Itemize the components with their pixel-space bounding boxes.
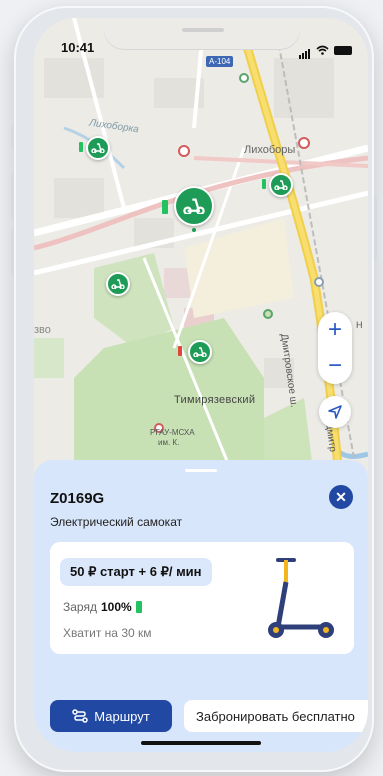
pin-anchor-dot [192, 228, 196, 232]
charge-row: Заряд 100% [63, 600, 142, 614]
speaker-grille [182, 28, 224, 32]
scooter-icon [193, 347, 207, 357]
status-time: 10:41 [61, 40, 95, 55]
scooter-pin[interactable] [86, 136, 110, 160]
locate-me-button[interactable] [319, 396, 351, 428]
scooter-id: Z0169G [50, 490, 105, 507]
university-label-line1: РГАУ-МСХА [150, 428, 195, 437]
signal-icon [299, 41, 311, 59]
close-icon: ✕ [335, 488, 347, 505]
battery-low-icon [178, 346, 182, 356]
book-free-button[interactable]: Забронировать бесплатно [184, 700, 368, 732]
volume-up-button [11, 174, 14, 218]
battery-icon [334, 45, 352, 55]
zoom-out-button[interactable]: − [318, 348, 352, 384]
district-label-left-edge: зво [34, 324, 51, 336]
scooter-pin-selected[interactable] [174, 186, 214, 226]
app-screen: A-104 Лихоборка Лихоборы зво Тимирязевск… [34, 18, 368, 752]
district-label-likhobory: Лихоборы [244, 144, 296, 156]
wifi-icon [316, 45, 329, 55]
range-text: Хватит на 30 км [63, 626, 152, 640]
battery-indicator-icon [79, 142, 83, 152]
price-badge: 50 ₽ старт + 6 ₽/ мин [60, 558, 212, 586]
scooter-type: Электрический самокат [50, 515, 183, 529]
status-icons [299, 41, 352, 59]
zoom-in-button[interactable]: + [318, 312, 352, 348]
scooter-illustration-icon [268, 558, 334, 638]
navigation-arrow-icon [328, 405, 342, 419]
sheet-grabber[interactable] [185, 469, 217, 472]
mute-switch [11, 126, 14, 148]
notch [104, 18, 300, 50]
route-button-label: Маршрут [94, 708, 150, 724]
scooter-pin[interactable] [106, 272, 130, 296]
battery-full-icon [135, 601, 142, 613]
zoom-controls: + − [318, 312, 352, 384]
charge-label: Заряд [63, 600, 97, 614]
scooter-icon [91, 143, 105, 153]
scooter-icon [183, 198, 205, 214]
power-button [374, 196, 377, 260]
book-button-label: Забронировать бесплатно [196, 708, 355, 724]
scooter-details-sheet: Z0169G Электрический самокат ✕ 50 ₽ стар… [34, 460, 368, 752]
scooter-pin[interactable] [269, 173, 293, 197]
university-label-line2: им. К. [158, 438, 180, 447]
close-button[interactable]: ✕ [329, 485, 353, 509]
scooter-icon [274, 180, 288, 190]
map-canvas [34, 18, 368, 478]
map-label-right-edge: Н [356, 320, 363, 330]
scooter-icon [111, 279, 125, 289]
charge-value: 100% [100, 600, 132, 614]
route-icon [72, 709, 89, 723]
scooter-info-card: 50 ₽ старт + 6 ₽/ мин Заряд 100% Хватит … [50, 542, 354, 654]
map-view[interactable]: A-104 Лихоборка Лихоборы зво Тимирязевск… [34, 18, 368, 478]
scooter-pin[interactable] [188, 340, 212, 364]
battery-indicator-icon [162, 200, 168, 214]
district-label-timiryazevsky: Тимирязевский [174, 394, 256, 406]
volume-down-button [11, 230, 14, 274]
status-bar: 10:41 [34, 18, 368, 62]
home-indicator[interactable] [141, 741, 261, 745]
route-button[interactable]: Маршрут [50, 700, 172, 732]
battery-indicator-icon [262, 179, 266, 189]
